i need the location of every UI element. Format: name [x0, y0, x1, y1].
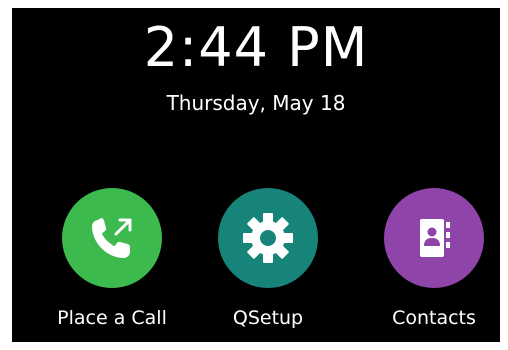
qsetup-label: QSetup: [232, 307, 304, 329]
clock-time: 2:44 PM: [143, 16, 369, 79]
address-book-icon: [420, 219, 450, 257]
place-call-label: Place a Call: [57, 307, 167, 329]
gear-icon: [243, 213, 293, 263]
app-launcher: Place a Call QSetup Contacts: [12, 188, 500, 338]
place-call-circle[interactable]: [62, 188, 162, 288]
place-call-button[interactable]: Place a Call: [42, 188, 182, 330]
qsetup-button[interactable]: QSetup: [198, 188, 338, 330]
contacts-label: Contacts: [392, 307, 476, 329]
home-screen: 2:44 PM Thursday, May 18 Place a Call QS…: [12, 8, 500, 342]
contacts-button[interactable]: Contacts: [364, 188, 500, 330]
phone-outgoing-icon: [92, 218, 132, 258]
contacts-circle[interactable]: [384, 188, 484, 288]
clock-date: Thursday, May 18: [166, 91, 346, 115]
qsetup-circle[interactable]: [218, 188, 318, 288]
